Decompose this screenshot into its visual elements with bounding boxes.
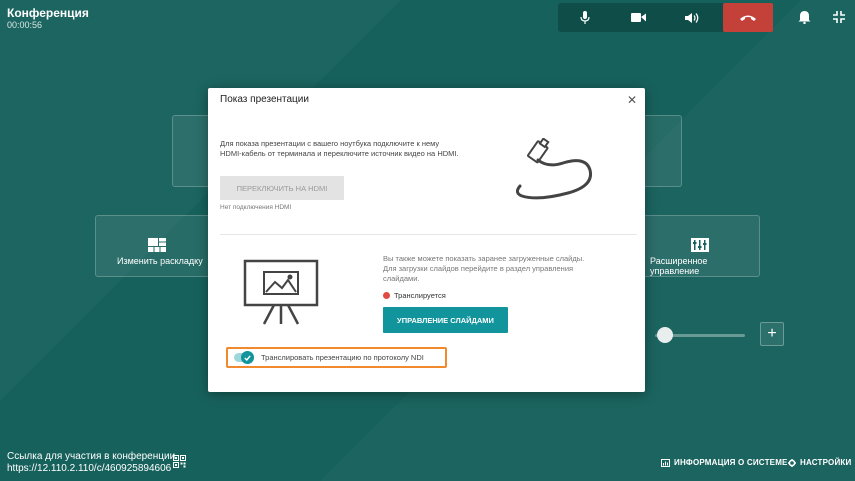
conference-title: Конференция bbox=[7, 6, 89, 20]
hdmi-status-text: Нет подключения HDMI bbox=[220, 204, 292, 211]
sliders-panel-icon bbox=[691, 238, 709, 252]
conference-link-title: Ссылка для участия в конференции bbox=[7, 451, 176, 462]
hdmi-cable-icon bbox=[515, 138, 593, 200]
broadcast-status-label: Транслируется bbox=[394, 291, 446, 300]
gear-icon bbox=[788, 458, 796, 467]
qr-code-icon[interactable] bbox=[173, 455, 186, 468]
volume-slider-knob[interactable] bbox=[657, 327, 673, 343]
live-indicator-icon bbox=[383, 292, 390, 299]
system-info-button[interactable]: ИНФОРМАЦИЯ О СИСТЕМЕ bbox=[661, 458, 788, 467]
ndi-toggle-row[interactable]: Транслировать презентацию по протоколу N… bbox=[226, 347, 447, 368]
toggle-check-icon bbox=[241, 351, 254, 364]
conference-link-url[interactable]: https://12.110.2.110/c/460925894606 bbox=[7, 463, 171, 474]
volume-plus-button[interactable]: + bbox=[760, 322, 784, 346]
settings-label: НАСТРОЙКИ bbox=[800, 458, 852, 467]
manage-slides-button[interactable]: УПРАВЛЕНИЕ СЛАЙДАМИ bbox=[383, 307, 508, 333]
collapse-fullscreen-icon bbox=[833, 11, 845, 23]
presentation-easel-icon bbox=[243, 259, 319, 325]
section-divider bbox=[220, 234, 637, 235]
conference-timer: 00:00:56 bbox=[7, 20, 43, 30]
system-info-label: ИНФОРМАЦИЯ О СИСТЕМЕ bbox=[674, 458, 788, 467]
change-layout-label: Изменить раскладку bbox=[117, 256, 203, 266]
settings-button[interactable]: НАСТРОЙКИ bbox=[788, 458, 851, 467]
microphone-icon bbox=[580, 10, 590, 24]
speaker-icon bbox=[684, 12, 699, 23]
presentation-dialog: Показ презентации ✕ Для показа презентац… bbox=[208, 88, 645, 392]
camera-icon bbox=[630, 13, 646, 22]
layout-icon bbox=[148, 238, 166, 252]
ndi-toggle[interactable] bbox=[234, 351, 254, 364]
phone-hangup-icon bbox=[740, 15, 757, 21]
hdmi-description: Для показа презентации с вашего ноутбука… bbox=[220, 139, 459, 158]
switch-to-hdmi-button[interactable]: ПЕРЕКЛЮЧИТЬ НА HDMI bbox=[220, 176, 344, 200]
call-controls-bar bbox=[558, 3, 774, 32]
bell-icon bbox=[798, 11, 810, 24]
speaker-button[interactable] bbox=[666, 3, 720, 32]
advanced-control-tile[interactable]: Расширенное управление bbox=[640, 215, 760, 277]
close-icon[interactable]: ✕ bbox=[627, 93, 637, 107]
camera-button[interactable] bbox=[612, 3, 666, 32]
monitor-chart-icon bbox=[661, 458, 670, 467]
advanced-control-label: Расширенное управление bbox=[650, 256, 708, 276]
notifications-button[interactable] bbox=[796, 9, 812, 25]
dialog-title: Показ презентации bbox=[220, 94, 309, 105]
broadcast-status: Транслируется bbox=[383, 291, 446, 300]
microphone-button[interactable] bbox=[558, 3, 612, 32]
change-layout-tile[interactable]: Изменить раскладку bbox=[95, 215, 215, 277]
ndi-toggle-label: Транслировать презентацию по протоколу N… bbox=[261, 353, 424, 362]
slides-description: Вы также можете показать заранее загруже… bbox=[383, 254, 585, 283]
hangup-button[interactable] bbox=[723, 3, 774, 32]
exit-fullscreen-button[interactable] bbox=[831, 9, 847, 25]
